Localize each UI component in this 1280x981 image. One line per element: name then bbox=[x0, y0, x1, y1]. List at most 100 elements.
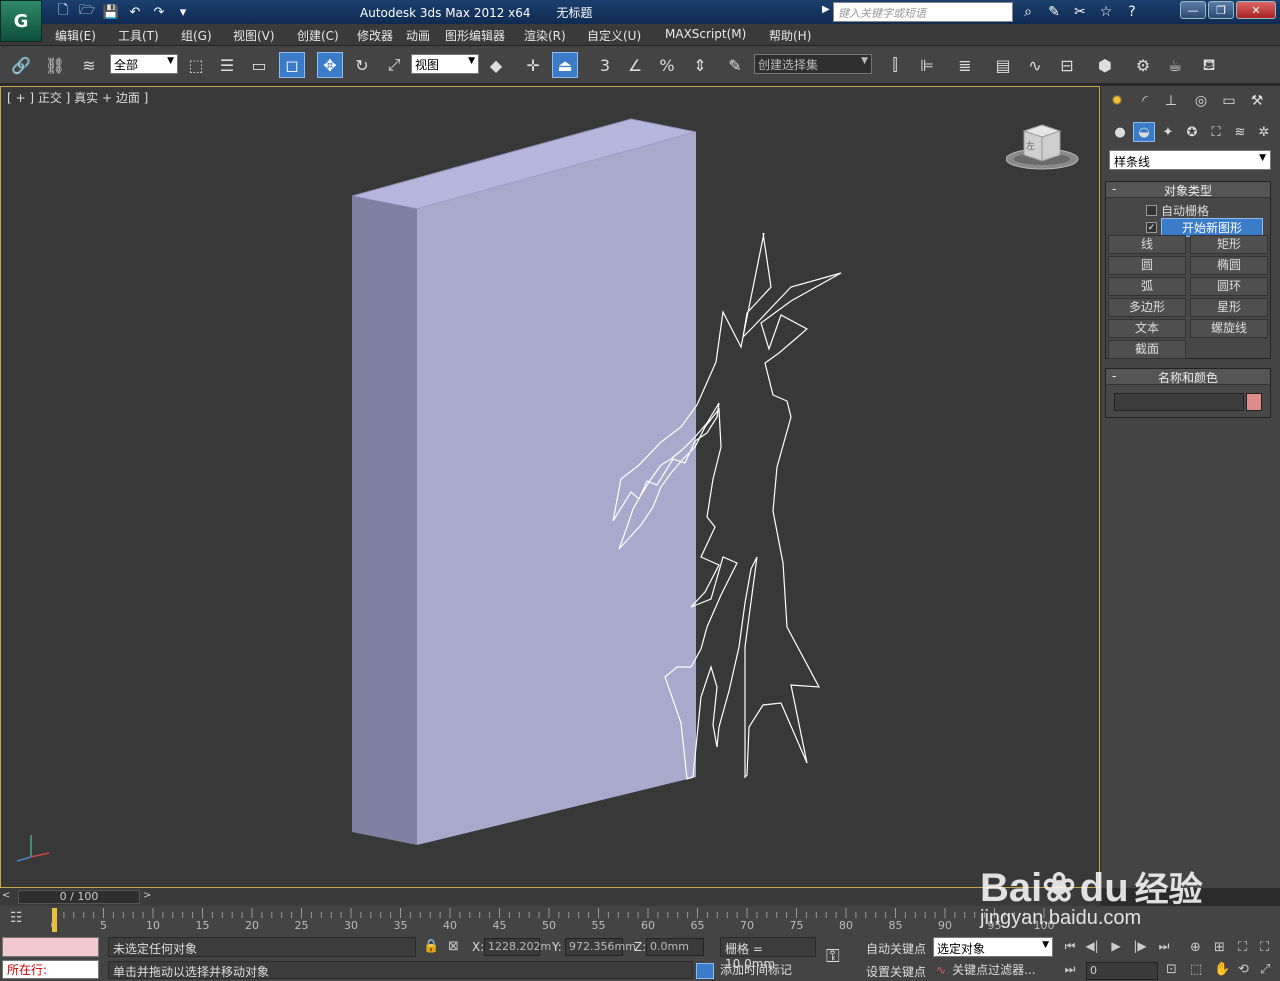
save-icon[interactable]: 💾 bbox=[100, 2, 122, 22]
time-slider-thumb[interactable]: 0 / 100 bbox=[18, 890, 140, 904]
search-input[interactable]: 键入关键字或短语 bbox=[833, 2, 1013, 22]
window-crossing-icon[interactable]: ◻ bbox=[279, 52, 305, 78]
pivot-center-icon[interactable]: ◆ bbox=[483, 52, 509, 78]
rectangular-selection-icon[interactable]: ▭ bbox=[246, 52, 272, 78]
subscription-icon[interactable]: ✎ bbox=[1042, 2, 1066, 22]
schematic-view-icon[interactable]: ⊟ bbox=[1054, 52, 1080, 78]
edit-named-selection-icon[interactable]: ✎ bbox=[722, 52, 748, 78]
geometry-icon[interactable]: ● bbox=[1109, 122, 1131, 142]
spinner-snap-icon[interactable]: ⇕ bbox=[687, 52, 713, 78]
star-button[interactable]: 星形 bbox=[1190, 298, 1268, 317]
binoculars-icon[interactable]: ⌕ bbox=[1016, 2, 1040, 22]
zoom-all-icon[interactable]: ⊞ bbox=[1214, 940, 1225, 955]
new-icon[interactable]: 🗋 bbox=[52, 2, 74, 22]
material-editor-icon[interactable]: ⬢ bbox=[1092, 52, 1118, 78]
next-frame-button[interactable]: > bbox=[143, 890, 155, 904]
set-key-icon[interactable]: ⚿ bbox=[826, 946, 840, 967]
box-side-face[interactable] bbox=[352, 196, 417, 845]
menu-help[interactable]: 帮助(H) bbox=[769, 27, 811, 44]
communication-icon[interactable]: ✂ bbox=[1068, 2, 1092, 22]
favorites-icon[interactable]: ☆ bbox=[1094, 2, 1118, 22]
zoom-extents-icon[interactable]: ⛶ bbox=[1238, 940, 1247, 955]
y-coordinate-field[interactable]: 972.356mm bbox=[565, 938, 636, 956]
key-selection-dropdown[interactable]: 选定对象 ▼ bbox=[933, 937, 1053, 957]
help-icon[interactable]: ? bbox=[1120, 2, 1144, 22]
pan-icon[interactable]: ✋ bbox=[1214, 962, 1230, 977]
menu-create[interactable]: 创建(C) bbox=[297, 27, 339, 44]
current-frame-field[interactable]: 0 bbox=[1086, 962, 1158, 980]
render-setup-icon[interactable]: ⚙ bbox=[1130, 52, 1156, 78]
space-warps-icon[interactable]: ≋ bbox=[1229, 122, 1251, 142]
scene-canvas[interactable] bbox=[1, 87, 1101, 889]
key-filters-button[interactable]: ∿ 关键点过滤器... bbox=[936, 961, 1052, 979]
menu-customize[interactable]: 自定义(U) bbox=[587, 27, 641, 44]
undo-icon[interactable]: ↶ bbox=[124, 2, 146, 22]
menu-tools[interactable]: 工具(T) bbox=[118, 27, 159, 44]
go-to-end-icon[interactable]: ⏭ bbox=[1154, 939, 1174, 954]
app-logo-button[interactable]: G bbox=[0, 0, 42, 42]
auto-grid-checkbox[interactable] bbox=[1146, 205, 1157, 216]
helix-button[interactable]: 螺旋线 bbox=[1190, 319, 1268, 338]
restore-button[interactable]: ❐ bbox=[1208, 1, 1234, 19]
systems-icon[interactable]: ✲ bbox=[1253, 122, 1275, 142]
menu-maxscript[interactable]: MAXScript(M) bbox=[665, 27, 746, 41]
selection-lock-icon[interactable]: 🔒 bbox=[423, 939, 439, 954]
layer-manager-icon[interactable]: ≣ bbox=[952, 52, 978, 78]
graphite-ribbon-icon[interactable]: ▤ bbox=[990, 52, 1016, 78]
x-coordinate-field[interactable]: 1228.202m bbox=[484, 938, 551, 956]
search-expand-icon[interactable]: ▶ bbox=[822, 4, 830, 15]
set-key-button[interactable]: 设置关键点 bbox=[866, 963, 926, 980]
object-type-header[interactable]: - 对象类型 bbox=[1106, 182, 1270, 198]
menu-rendering[interactable]: 渲染(R) bbox=[524, 27, 566, 44]
hierarchy-tab-icon[interactable]: ⊥ bbox=[1159, 90, 1183, 112]
lights-icon[interactable]: ✦ bbox=[1157, 122, 1179, 142]
next-key-icon[interactable]: |▶ bbox=[1130, 939, 1150, 953]
object-name-input[interactable] bbox=[1114, 393, 1244, 411]
previous-frame-button[interactable]: < bbox=[2, 890, 14, 904]
snaps-toggle-icon[interactable]: 3 bbox=[592, 52, 618, 78]
keyboard-shortcut-override-icon[interactable]: ⏏ bbox=[552, 52, 578, 78]
reference-coordinate-dropdown[interactable]: 视图 ▼ bbox=[411, 54, 479, 74]
circle-button[interactable]: 圆 bbox=[1108, 256, 1186, 275]
select-scale-icon[interactable]: ⤢ bbox=[381, 52, 407, 78]
menu-edit[interactable]: 编辑(E) bbox=[55, 27, 96, 44]
link-icon[interactable]: 🔗 bbox=[8, 52, 34, 78]
perspective-viewport[interactable]: [ + ] 正交 ] 真实 + 边面 ] 左 bbox=[0, 86, 1100, 888]
rectangle-button[interactable]: 矩形 bbox=[1190, 235, 1268, 254]
curve-editor-icon[interactable]: ∿ bbox=[1022, 52, 1048, 78]
selection-filter-dropdown[interactable]: 全部 ▼ bbox=[110, 54, 178, 74]
render-production-icon[interactable]: ⛾ bbox=[1196, 52, 1222, 78]
ngon-button[interactable]: 多边形 bbox=[1108, 298, 1186, 317]
mirror-icon[interactable]: ⫿ bbox=[882, 52, 908, 78]
select-by-name-icon[interactable]: ☰ bbox=[214, 52, 240, 78]
select-rotate-icon[interactable]: ↻ bbox=[349, 52, 375, 78]
key-mode-icon[interactable]: ⏭ bbox=[1060, 962, 1080, 977]
cameras-icon[interactable]: ✪ bbox=[1181, 122, 1203, 142]
menu-group[interactable]: 组(G) bbox=[181, 27, 212, 44]
auto-grid-row[interactable]: 自动栅格 bbox=[1146, 202, 1209, 219]
viewport-label[interactable]: [ + ] 正交 ] 真实 + 边面 ] bbox=[7, 89, 148, 106]
previous-key-icon[interactable]: ◀| bbox=[1082, 939, 1102, 953]
go-to-start-icon[interactable]: ⏮ bbox=[1060, 939, 1080, 954]
unlink-icon[interactable]: ⛓ bbox=[42, 52, 68, 78]
auto-key-button[interactable]: 自动关键点 bbox=[866, 940, 926, 957]
z-coordinate-field[interactable]: 0.0mm bbox=[646, 938, 704, 956]
named-selection-dropdown[interactable]: 创建选择集 ▼ bbox=[754, 54, 872, 74]
menu-modifiers[interactable]: 修改器 bbox=[357, 27, 393, 44]
mini-curve-editor-icon[interactable]: ☷ bbox=[10, 910, 32, 930]
zoom-extents-all-icon[interactable]: ⛶ bbox=[1260, 940, 1269, 955]
text-button[interactable]: 文本 bbox=[1108, 319, 1186, 338]
add-time-tag-button[interactable]: 添加时间标记 bbox=[696, 961, 820, 979]
open-icon[interactable]: 🗁 bbox=[76, 2, 98, 22]
line-button[interactable]: 线 bbox=[1108, 235, 1186, 254]
redo-icon[interactable]: ↷ bbox=[148, 2, 170, 22]
donut-button[interactable]: 圆环 bbox=[1190, 277, 1268, 296]
play-icon[interactable]: ▶ bbox=[1106, 939, 1126, 953]
bind-space-warp-icon[interactable]: ≋ bbox=[76, 52, 102, 78]
shapes-icon[interactable]: ◒ bbox=[1133, 122, 1155, 142]
box-front-face[interactable] bbox=[417, 132, 696, 845]
angle-snap-icon[interactable]: ∠ bbox=[622, 52, 648, 78]
modify-tab-icon[interactable]: ◜ bbox=[1133, 90, 1157, 112]
customize-icon[interactable]: ▾ bbox=[172, 2, 194, 22]
section-button[interactable]: 截面 bbox=[1108, 340, 1186, 359]
